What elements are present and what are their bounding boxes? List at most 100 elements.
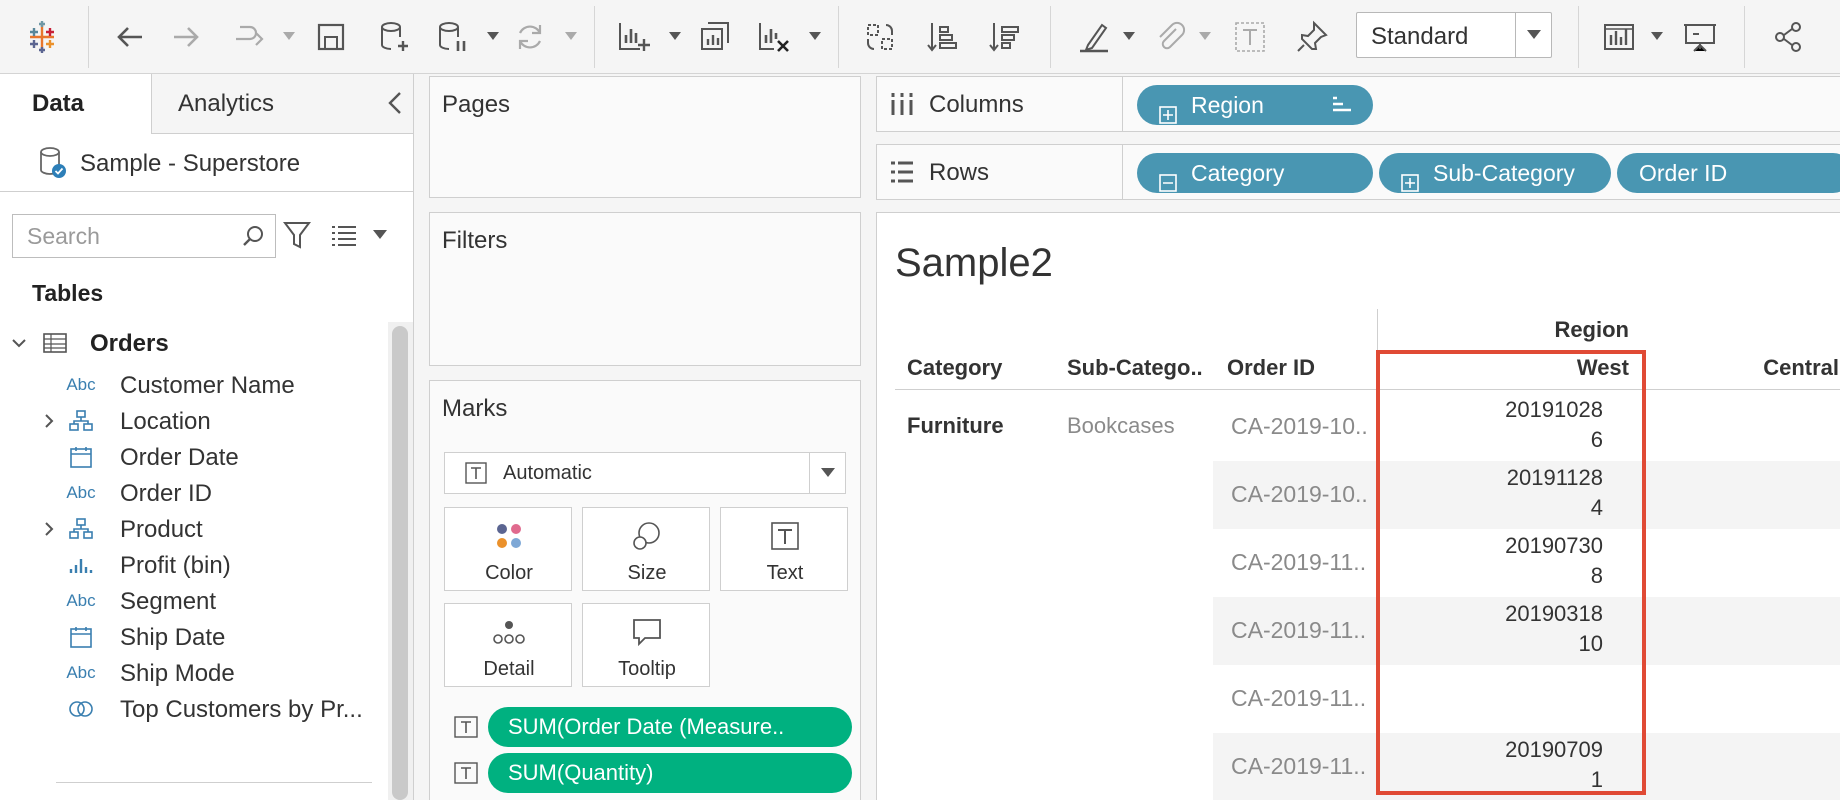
forward-icon[interactable]: [166, 17, 206, 57]
region-pill[interactable]: Region: [1137, 85, 1373, 125]
new-worksheet-icon[interactable]: [614, 17, 654, 57]
redo-icon[interactable]: [230, 17, 270, 57]
tab-data-label: Data: [32, 90, 85, 117]
table-row[interactable]: CA-2019-10.. 20191028 6: [1213, 393, 1840, 461]
table-row[interactable]: CA-2019-11.. 20190318 10: [1213, 597, 1840, 665]
color-button[interactable]: Color: [444, 507, 572, 591]
highlight-icon[interactable]: [1074, 17, 1114, 57]
west-cell[interactable]: 20190730 8: [1377, 529, 1603, 597]
measure-pill[interactable]: SUM(Order Date (Measure..: [488, 707, 852, 747]
order-id-pill[interactable]: Order ID: [1617, 153, 1840, 193]
measure-pill[interactable]: SUM(Quantity): [488, 753, 852, 793]
table-orders[interactable]: Orders: [0, 322, 388, 364]
chevron-down-icon[interactable]: [1515, 13, 1551, 57]
scrollbar-thumb[interactable]: [392, 326, 408, 800]
mark-field-order-date[interactable]: SUM(Order Date (Measure..: [442, 707, 852, 747]
refresh-dropdown-icon[interactable]: [564, 30, 578, 42]
header-category[interactable]: Category: [907, 355, 1002, 381]
table-row[interactable]: CA-2019-10.. 20191128 4: [1213, 461, 1840, 529]
order-id-cell[interactable]: CA-2019-10..: [1231, 413, 1368, 440]
sub-category-value[interactable]: Bookcases: [1067, 413, 1175, 439]
new-worksheet-dropdown-icon[interactable]: [668, 30, 682, 42]
header-sub-category[interactable]: Sub-Catego..: [1067, 355, 1203, 381]
save-icon[interactable]: [311, 17, 351, 57]
collapse-pane-icon[interactable]: [384, 90, 406, 116]
table-icon: [40, 330, 70, 356]
clear-sheet-icon[interactable]: [754, 17, 794, 57]
presentation-icon[interactable]: [1680, 17, 1720, 57]
order-id-cell[interactable]: CA-2019-10..: [1231, 481, 1368, 508]
region-header[interactable]: Region: [1377, 317, 1629, 343]
view-list-dropdown-icon[interactable]: [372, 228, 388, 240]
west-cell[interactable]: 20191128 4: [1377, 461, 1603, 529]
filter-icon[interactable]: [282, 219, 312, 251]
tooltip-button[interactable]: Tooltip: [582, 603, 710, 687]
highlight-dropdown-icon[interactable]: [1122, 30, 1136, 42]
text-icon[interactable]: [1230, 17, 1270, 57]
mark-field-quantity[interactable]: SUM(Quantity): [442, 753, 852, 793]
quantity-value: 6: [1590, 427, 1603, 452]
mark-type-select[interactable]: Automatic: [444, 452, 846, 494]
field-item[interactable]: Top Customers by Pr...: [0, 688, 388, 730]
chevron-down-icon[interactable]: [10, 334, 28, 352]
table-row[interactable]: CA-2019-11.. 20190709 1: [1213, 733, 1840, 800]
view-size-select[interactable]: Standard: [1356, 12, 1552, 58]
collapse-icon[interactable]: [1159, 164, 1177, 192]
back-icon[interactable]: [110, 17, 150, 57]
expand-icon[interactable]: [1401, 164, 1419, 192]
columns-shelf[interactable]: Columns Region: [876, 76, 1840, 132]
sort-ascending-icon[interactable]: [922, 17, 962, 57]
header-west[interactable]: West: [1377, 355, 1629, 381]
category-pill[interactable]: Category: [1137, 153, 1373, 193]
sheet-title[interactable]: Sample2: [895, 241, 1053, 286]
expand-icon[interactable]: [1159, 96, 1177, 124]
share-icon[interactable]: [1768, 17, 1808, 57]
table-row[interactable]: CA-2019-11..: [1213, 665, 1840, 733]
west-cell[interactable]: [1377, 665, 1603, 733]
west-cell[interactable]: 20190318 10: [1377, 597, 1603, 665]
data-source-item[interactable]: Sample - Superstore: [0, 134, 413, 192]
tab-analytics[interactable]: Analytics: [152, 74, 413, 134]
detail-button[interactable]: Detail: [444, 603, 572, 687]
order-id-cell[interactable]: CA-2019-11..: [1231, 753, 1366, 780]
sub-category-pill[interactable]: Sub-Category: [1379, 153, 1611, 193]
order-id-cell[interactable]: CA-2019-11..: [1231, 685, 1366, 712]
detail-icon: [445, 614, 573, 650]
pages-shelf[interactable]: Pages: [429, 76, 861, 198]
search-icon[interactable]: [241, 224, 265, 248]
view-list-icon[interactable]: [330, 222, 358, 248]
pause-updates-icon[interactable]: [432, 17, 472, 57]
tableau-logo-icon[interactable]: [22, 17, 62, 57]
rows-shelf[interactable]: Rows Category Sub-Category Order ID: [876, 144, 1840, 200]
chevron-down-icon[interactable]: [809, 453, 845, 493]
order-id-cell[interactable]: CA-2019-11..: [1231, 549, 1366, 576]
text-button[interactable]: Text: [720, 507, 848, 591]
attach-icon[interactable]: [1150, 17, 1190, 57]
tab-data[interactable]: Data: [0, 74, 152, 134]
chevron-right-icon[interactable]: [40, 520, 58, 538]
clear-dropdown-icon[interactable]: [808, 30, 822, 42]
category-value[interactable]: Furniture: [907, 413, 1004, 439]
attach-dropdown-icon[interactable]: [1198, 30, 1212, 42]
show-me-dropdown-icon[interactable]: [1650, 30, 1664, 42]
redo-dropdown-icon[interactable]: [282, 30, 296, 42]
table-row[interactable]: CA-2019-11.. 20190730 8: [1213, 529, 1840, 597]
chevron-right-icon[interactable]: [40, 412, 58, 430]
show-me-icon[interactable]: [1600, 17, 1640, 57]
swap-icon[interactable]: [860, 17, 900, 57]
size-button[interactable]: Size: [582, 507, 710, 591]
sort-descending-icon[interactable]: [984, 17, 1024, 57]
data-source-dropdown-icon[interactable]: [486, 30, 500, 42]
refresh-icon[interactable]: [510, 17, 550, 57]
hierarchy-icon: [66, 516, 96, 542]
header-central[interactable]: Central: [1729, 355, 1839, 381]
order-id-cell[interactable]: CA-2019-11..: [1231, 617, 1366, 644]
filters-shelf[interactable]: Filters: [429, 212, 861, 366]
search-input[interactable]: [27, 223, 237, 249]
west-cell[interactable]: 20191028 6: [1377, 393, 1603, 461]
header-order-id[interactable]: Order ID: [1227, 355, 1315, 381]
pin-icon[interactable]: [1292, 17, 1332, 57]
west-cell[interactable]: 20190709 1: [1377, 733, 1603, 800]
new-data-source-icon[interactable]: [374, 17, 414, 57]
duplicate-icon[interactable]: [696, 17, 736, 57]
